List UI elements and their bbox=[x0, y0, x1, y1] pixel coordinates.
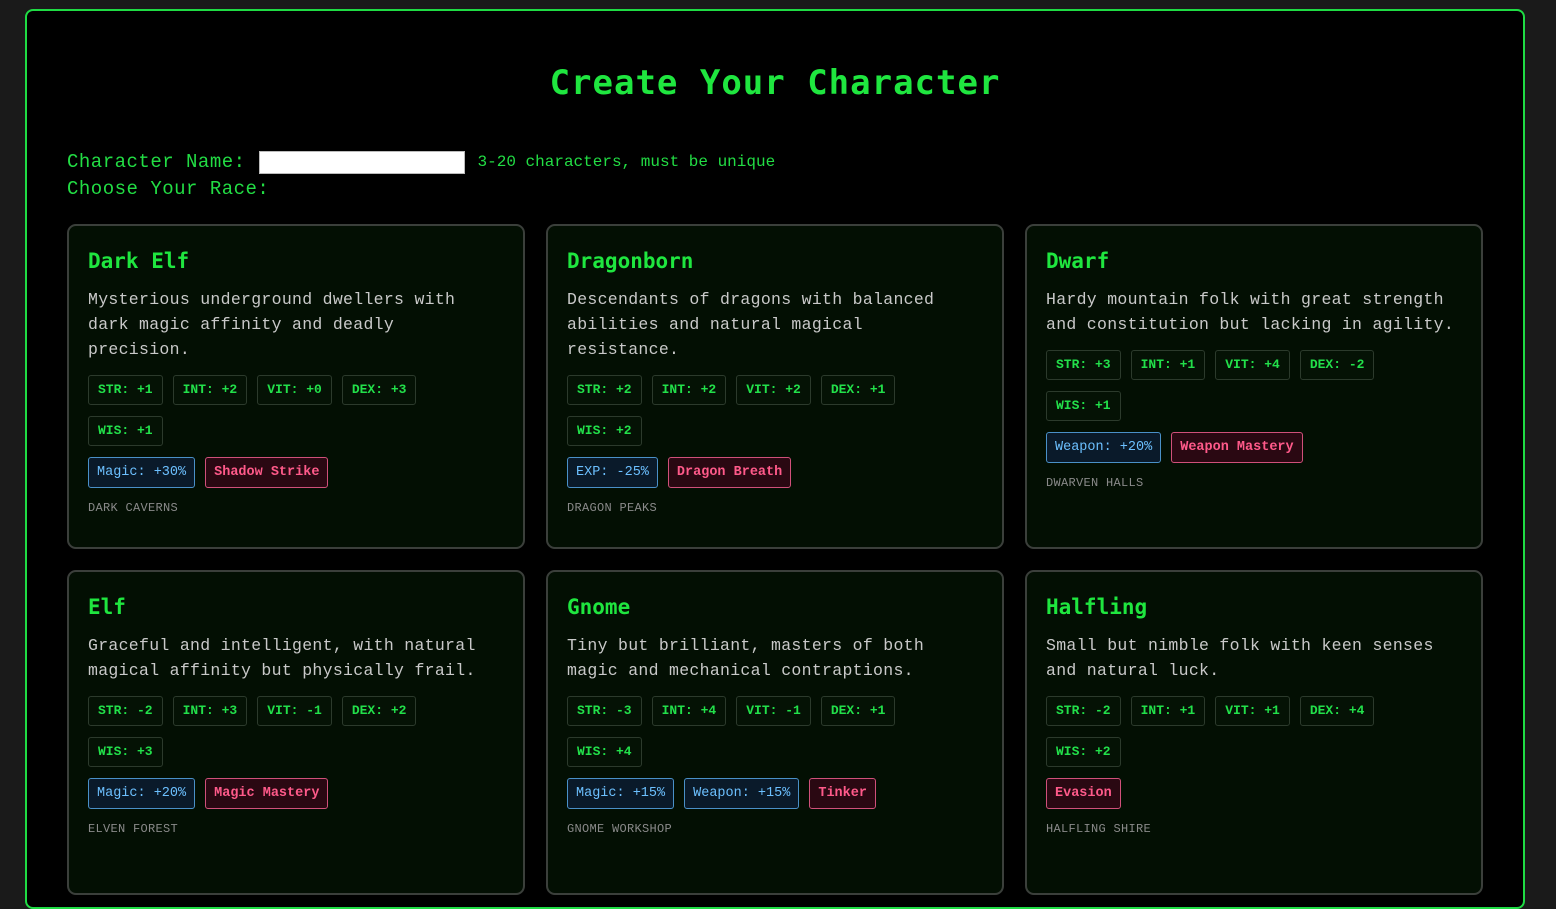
race-description: Descendants of dragons with balanced abi… bbox=[567, 290, 935, 359]
stat-badge: DEX: +4 bbox=[1299, 696, 1375, 726]
race-bonuses: Weapon: +20% Weapon Mastery bbox=[1046, 432, 1461, 463]
stat-badge: VIT: +1 bbox=[1215, 696, 1290, 726]
bonus-badge: Magic: +20% bbox=[88, 778, 196, 809]
bonus-badge: EXP: -25% bbox=[567, 457, 658, 488]
character-name-input[interactable] bbox=[258, 150, 465, 174]
race-description: Graceful and intelligent, with natural m… bbox=[88, 636, 476, 680]
race-name: Gnome bbox=[567, 595, 631, 619]
stat-badge: WIS: +4 bbox=[567, 737, 642, 767]
race-description: Mysterious underground dwellers with dar… bbox=[88, 290, 456, 359]
character-name-row: Character Name: 3-20 characters, must be… bbox=[67, 150, 775, 174]
stat-badge: STR: +3 bbox=[1046, 350, 1121, 380]
ability-badge: Magic Mastery bbox=[205, 778, 329, 809]
race-name: Dwarf bbox=[1046, 249, 1110, 273]
race-card-halfling[interactable]: Halfling Small but nimble folk with keen… bbox=[1025, 570, 1483, 895]
page-title: Create Your Character bbox=[549, 63, 1001, 103]
race-bonuses: EXP: -25% Dragon Breath bbox=[567, 457, 982, 488]
stat-badge: WIS: +1 bbox=[88, 416, 163, 446]
race-grid: Dark Elf Mysterious underground dwellers… bbox=[67, 224, 1483, 895]
stat-badge: VIT: -1 bbox=[736, 696, 811, 726]
race-description: Tiny but brilliant, masters of both magi… bbox=[567, 636, 925, 680]
ability-badge: Dragon Breath bbox=[667, 457, 792, 488]
race-description: Small but nimble folk with keen senses a… bbox=[1046, 636, 1434, 680]
stat-badge: VIT: +0 bbox=[257, 375, 332, 405]
stat-badge: WIS: +1 bbox=[1046, 391, 1121, 421]
character-name-hint: 3-20 characters, must be unique bbox=[477, 153, 776, 171]
race-card-dragonborn[interactable]: Dragonborn Descendants of dragons with b… bbox=[546, 224, 1004, 549]
character-creation-panel: Create Your Character Character Name: 3-… bbox=[25, 9, 1525, 909]
race-name: Elf bbox=[88, 595, 126, 619]
race-stats: STR: +1 INT: +2 VIT: +0 DEX: +3 WIS: +1 bbox=[88, 375, 448, 446]
stat-badge: DEX: +2 bbox=[341, 696, 417, 726]
character-name-label: Character Name: bbox=[67, 151, 246, 173]
stat-badge: STR: -2 bbox=[1046, 696, 1121, 726]
stat-badge: WIS: +2 bbox=[1046, 737, 1121, 767]
race-stats: STR: -2 INT: +3 VIT: -1 DEX: +2 WIS: +3 bbox=[88, 696, 448, 767]
stat-badge: DEX: +3 bbox=[341, 375, 417, 405]
race-bonuses: Evasion bbox=[1046, 778, 1461, 809]
race-origin: DARK CAVERNS bbox=[88, 501, 179, 515]
stat-badge: INT: +2 bbox=[651, 375, 727, 405]
race-stats: STR: -3 INT: +4 VIT: -1 DEX: +1 WIS: +4 bbox=[567, 696, 927, 767]
race-bonuses: Magic: +15% Weapon: +15% Tinker bbox=[567, 778, 982, 809]
race-description: Hardy mountain folk with great strength … bbox=[1046, 290, 1455, 334]
stat-badge: VIT: +4 bbox=[1215, 350, 1290, 380]
ability-badge: Evasion bbox=[1046, 778, 1121, 809]
stat-badge: STR: +1 bbox=[88, 375, 163, 405]
ability-badge: Tinker bbox=[809, 778, 876, 809]
stat-badge: WIS: +3 bbox=[88, 737, 163, 767]
bonus-badge: Weapon: +20% bbox=[1046, 432, 1162, 463]
race-stats: STR: -2 INT: +1 VIT: +1 DEX: +4 WIS: +2 bbox=[1046, 696, 1406, 767]
bonus-badge: Weapon: +15% bbox=[684, 778, 800, 809]
race-card-dwarf[interactable]: Dwarf Hardy mountain folk with great str… bbox=[1025, 224, 1483, 549]
race-name: Halfling bbox=[1046, 595, 1148, 619]
race-stats: STR: +3 INT: +1 VIT: +4 DEX: -2 WIS: +1 bbox=[1046, 350, 1406, 421]
race-origin: DWARVEN HALLS bbox=[1046, 476, 1144, 490]
race-bonuses: Magic: +20% Magic Mastery bbox=[88, 778, 503, 809]
stat-badge: INT: +1 bbox=[1130, 696, 1206, 726]
stat-badge: INT: +2 bbox=[172, 375, 248, 405]
stat-badge: DEX: -2 bbox=[1299, 350, 1375, 380]
race-origin: HALFLING SHIRE bbox=[1046, 822, 1152, 836]
stat-badge: INT: +3 bbox=[172, 696, 248, 726]
race-origin: DRAGON PEAKS bbox=[567, 501, 658, 515]
stat-badge: DEX: +1 bbox=[820, 375, 896, 405]
stat-badge: INT: +1 bbox=[1130, 350, 1206, 380]
race-origin: GNOME WORKSHOP bbox=[567, 822, 673, 836]
stat-badge: WIS: +2 bbox=[567, 416, 642, 446]
race-origin: ELVEN FOREST bbox=[88, 822, 179, 836]
race-bonuses: Magic: +30% Shadow Strike bbox=[88, 457, 503, 488]
bonus-badge: Magic: +30% bbox=[88, 457, 196, 488]
choose-race-label: Choose Your Race: bbox=[67, 178, 270, 200]
stat-badge: STR: +2 bbox=[567, 375, 642, 405]
stat-badge: STR: -3 bbox=[567, 696, 642, 726]
race-card-gnome[interactable]: Gnome Tiny but brilliant, masters of bot… bbox=[546, 570, 1004, 895]
stat-badge: VIT: -1 bbox=[257, 696, 332, 726]
race-name: Dark Elf bbox=[88, 249, 190, 273]
bonus-badge: Magic: +15% bbox=[567, 778, 675, 809]
stat-badge: DEX: +1 bbox=[820, 696, 896, 726]
race-card-elf[interactable]: Elf Graceful and intelligent, with natur… bbox=[67, 570, 525, 895]
race-card-dark-elf[interactable]: Dark Elf Mysterious underground dwellers… bbox=[67, 224, 525, 549]
stat-badge: VIT: +2 bbox=[736, 375, 811, 405]
ability-badge: Weapon Mastery bbox=[1171, 432, 1303, 463]
race-stats: STR: +2 INT: +2 VIT: +2 DEX: +1 WIS: +2 bbox=[567, 375, 927, 446]
stat-badge: INT: +4 bbox=[651, 696, 727, 726]
race-name: Dragonborn bbox=[567, 249, 694, 273]
ability-badge: Shadow Strike bbox=[205, 457, 329, 488]
stat-badge: STR: -2 bbox=[88, 696, 163, 726]
